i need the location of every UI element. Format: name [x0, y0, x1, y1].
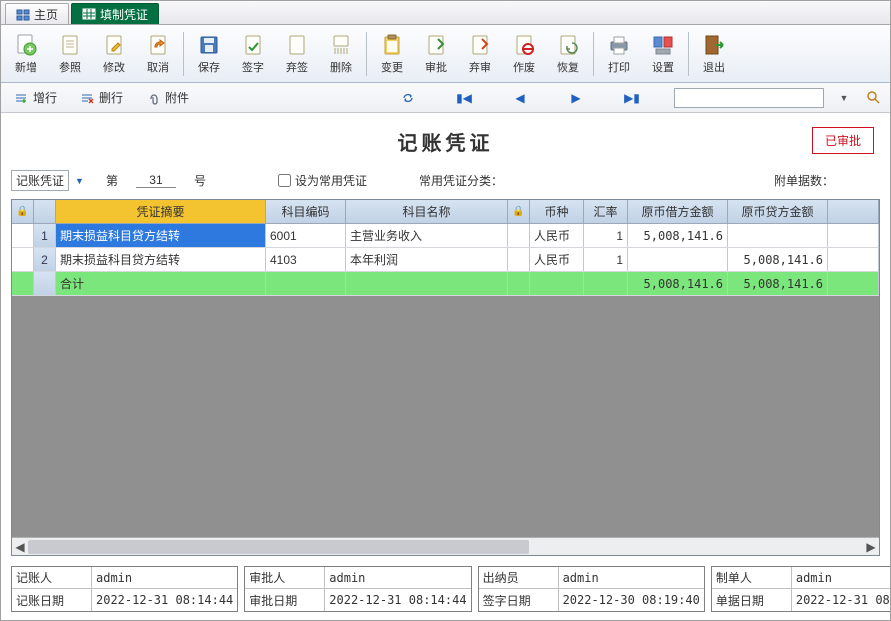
- search-input[interactable]: [674, 88, 824, 108]
- void-button[interactable]: 作废: [503, 30, 545, 77]
- exit-icon: [701, 32, 727, 58]
- addline-icon: [13, 90, 29, 106]
- add-button[interactable]: 新增: [5, 30, 47, 77]
- approve-button[interactable]: 审批: [415, 30, 457, 77]
- print-button[interactable]: 打印: [598, 30, 640, 77]
- voucher-number-input[interactable]: 31: [136, 173, 176, 188]
- tab-voucher-label: 填制凭证: [100, 6, 148, 23]
- content-area: 记账凭证 已审批 记账凭证 ▼ 第 31 号 设为常用凭证 常用凭证分类： 附单…: [1, 113, 890, 618]
- addline-button[interactable]: 增行: [7, 87, 63, 108]
- toolbar-sep: [366, 32, 367, 76]
- col-name[interactable]: 科目名称: [346, 200, 508, 223]
- printer-icon: [606, 32, 632, 58]
- nav-first-icon[interactable]: ▮◀: [454, 88, 474, 108]
- nav-next-icon[interactable]: ▶: [566, 88, 586, 108]
- col-code[interactable]: 科目编码: [266, 200, 346, 223]
- sub-toolbar: 增行 删行 附件 ▮◀ ◀ ▶ ▶▮ ▼: [1, 83, 890, 113]
- main-toolbar: 新增 参照 修改 取消 保存 签字 弃签 删除 变更 审批 弃审 作废 恢复 打…: [1, 25, 890, 83]
- edit-button[interactable]: 修改: [93, 30, 135, 77]
- voucher-grid: 🔒 凭证摘要 科目编码 科目名称 🔒 币种 汇率 原币借方金额 原币贷方金额 1…: [11, 199, 880, 556]
- col-currency[interactable]: 币种: [530, 200, 584, 223]
- restore-icon: [555, 32, 581, 58]
- col-summary[interactable]: 凭证摘要: [56, 200, 266, 223]
- scroll-thumb[interactable]: [28, 540, 529, 554]
- shred-icon: [328, 32, 354, 58]
- tab-home[interactable]: 主页: [5, 3, 69, 24]
- search-go-icon[interactable]: [864, 88, 884, 108]
- col-debit[interactable]: 原币借方金额: [628, 200, 728, 223]
- page-icon: [57, 32, 83, 58]
- nav-prev-icon[interactable]: ◀: [510, 88, 530, 108]
- grid-row[interactable]: 1 期末损益科目贷方结转 6001 主营业务收入 人民币 1 5,008,141…: [12, 224, 879, 248]
- nav-last-icon[interactable]: ▶▮: [622, 88, 642, 108]
- restore-button[interactable]: 恢复: [547, 30, 589, 77]
- undo-page-icon: [145, 32, 171, 58]
- unapprove-button[interactable]: 弃审: [459, 30, 501, 77]
- voucher-footer: 记账人admin 记账日期2022-12-31 08:14:44 审批人admi…: [11, 566, 880, 612]
- attach-button[interactable]: 附件: [139, 87, 195, 108]
- refresh-icon[interactable]: [398, 88, 418, 108]
- disk-icon: [196, 32, 222, 58]
- voucher-title: 记账凭证: [398, 133, 494, 155]
- grid-row[interactable]: 2 期末损益科目贷方结转 4103 本年利润 人民币 1 5,008,141.6: [12, 248, 879, 272]
- settings-button[interactable]: 设置: [642, 30, 684, 77]
- voucher-type-select[interactable]: 记账凭证: [11, 170, 69, 191]
- attach-count-label: 附单据数：: [774, 172, 834, 189]
- tab-voucher[interactable]: 填制凭证: [71, 3, 159, 24]
- lock-col-icon: 🔒: [508, 200, 530, 223]
- voucher-header-row: 记账凭证 ▼ 第 31 号 设为常用凭证 常用凭证分类： 附单据数：: [11, 170, 880, 191]
- clipboard-icon: [379, 32, 405, 58]
- search-drop-icon[interactable]: ▼: [834, 88, 854, 108]
- rownum-col: [34, 200, 56, 223]
- info-block: 审批人admin 审批日期2022-12-31 08:14:44: [244, 566, 471, 612]
- page-x-icon: [284, 32, 310, 58]
- info-block: 出纳员admin 签字日期2022-12-30 08:19:40: [478, 566, 705, 612]
- sign-button[interactable]: 签字: [232, 30, 274, 77]
- void-icon: [511, 32, 537, 58]
- col-credit[interactable]: 原币贷方金额: [728, 200, 828, 223]
- exit-button[interactable]: 退出: [693, 30, 735, 77]
- unsign-button[interactable]: 弃签: [276, 30, 318, 77]
- paperclip-icon: [145, 90, 161, 106]
- scroll-left-icon[interactable]: ◀: [12, 539, 28, 555]
- delline-icon: [79, 90, 95, 106]
- toolbar-sep: [593, 32, 594, 76]
- chevron-down-icon[interactable]: ▼: [75, 176, 84, 186]
- check-page-icon: [240, 32, 266, 58]
- horizontal-scrollbar[interactable]: ◀ ▶: [12, 537, 879, 555]
- col-rate[interactable]: 汇率: [584, 200, 628, 223]
- grid-header: 🔒 凭证摘要 科目编码 科目名称 🔒 币种 汇率 原币借方金额 原币贷方金额: [12, 200, 879, 224]
- approve-icon: [423, 32, 449, 58]
- lock-col-icon: 🔒: [12, 200, 34, 223]
- grid-total-row: 合计 5,008,141.6 5,008,141.6: [12, 272, 879, 296]
- delete-button[interactable]: 删除: [320, 30, 362, 77]
- delline-button[interactable]: 删行: [73, 87, 129, 108]
- info-block: 记账人admin 记账日期2022-12-31 08:14:44: [11, 566, 238, 612]
- app-window: 主页 填制凭证 新增 参照 修改 取消 保存 签字 弃签 删除 变更 审批 弃审…: [0, 0, 891, 621]
- settings-icon: [650, 32, 676, 58]
- change-button[interactable]: 变更: [371, 30, 413, 77]
- tab-home-label: 主页: [34, 6, 58, 23]
- edit-page-icon: [101, 32, 127, 58]
- set-common-checkbox[interactable]: 设为常用凭证: [278, 172, 367, 189]
- save-button[interactable]: 保存: [188, 30, 230, 77]
- ref-button[interactable]: 参照: [49, 30, 91, 77]
- toolbar-sep: [183, 32, 184, 76]
- home-icon: [16, 7, 30, 21]
- unapprove-icon: [467, 32, 493, 58]
- scroll-right-icon[interactable]: ▶: [863, 539, 879, 555]
- cancel-button[interactable]: 取消: [137, 30, 179, 77]
- tab-bar: 主页 填制凭证: [1, 1, 890, 25]
- toolbar-sep: [688, 32, 689, 76]
- info-block: 制单人admin 单据日期2022-12-31 08:14:44: [711, 566, 891, 612]
- grid-icon: [82, 7, 96, 21]
- common-category-label: 常用凭证分类：: [419, 172, 503, 189]
- approved-stamp: 已审批: [812, 127, 874, 154]
- plus-circle-icon: [13, 32, 39, 58]
